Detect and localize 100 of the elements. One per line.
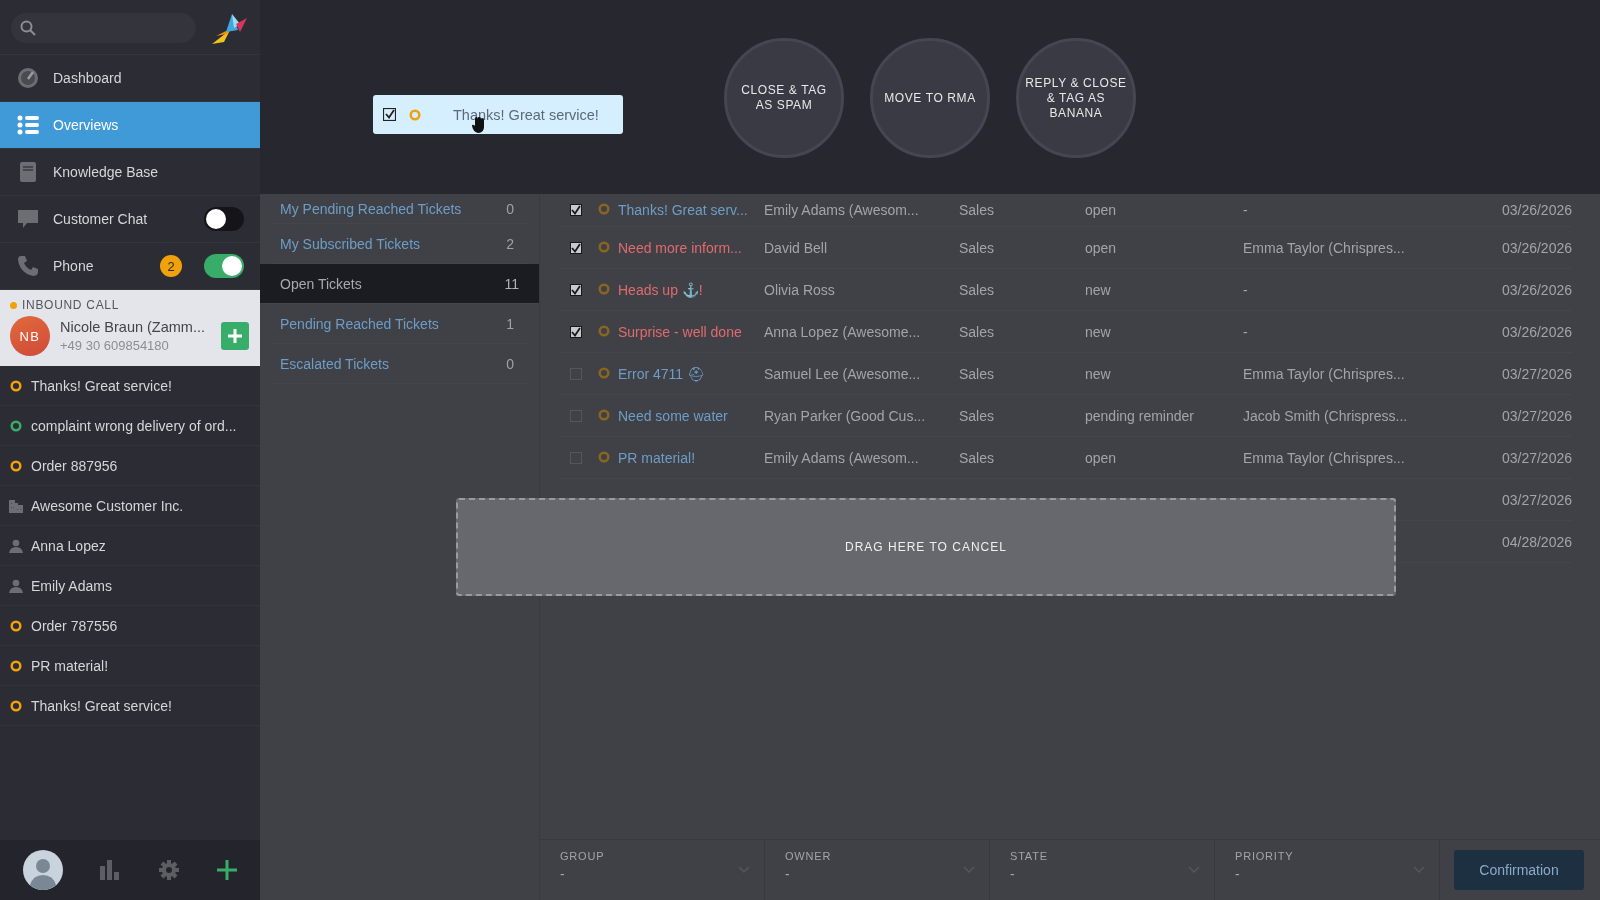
nav-item[interactable]: Customer Chat	[0, 196, 260, 243]
task-item[interactable]: Order 787556	[0, 606, 260, 646]
status-dot	[10, 301, 17, 309]
owner-cell-text: Jacob Smith (Chrispress...	[1243, 407, 1409, 424]
owner-cell-text: -	[1243, 202, 1249, 218]
row-checkbox[interactable]	[570, 283, 582, 296]
count: 0	[506, 200, 514, 217]
date-cell-text: 03/26/2026	[1500, 202, 1572, 218]
toggle-switch[interactable]	[204, 207, 244, 231]
group-cell-text: Sales	[959, 281, 996, 298]
check-icon	[571, 326, 581, 337]
avatar: NB	[10, 316, 50, 356]
action-button[interactable]: MOVE TO RMA	[870, 38, 990, 158]
date-cell-text: 04/28/2026	[1500, 533, 1572, 550]
count: 2	[506, 235, 514, 252]
state-cell-text: new	[1085, 281, 1112, 298]
state-cell-text: open	[1085, 449, 1118, 466]
action-button[interactable]: REPLY & CLOSE & TAG AS BANANA	[1016, 38, 1136, 158]
overview-item[interactable]: My Pending Reached Tickets 0	[270, 194, 529, 224]
select-field[interactable]: STATE -	[990, 840, 1215, 900]
phone-icon	[17, 255, 39, 277]
ticket-title-link[interactable]: Surprise - well done	[618, 323, 764, 340]
overview-item[interactable]: Open Tickets 11	[260, 264, 539, 304]
ring-icon	[598, 366, 610, 379]
overview-item[interactable]: Pending Reached Tickets 1	[270, 304, 529, 344]
toggle-switch[interactable]	[204, 254, 244, 278]
date-cell-text: 03/26/2026	[1500, 239, 1572, 256]
gauge-icon	[17, 67, 39, 89]
count: 11	[504, 275, 519, 292]
book-icon	[19, 161, 37, 183]
task-item[interactable]: Emily Adams	[0, 566, 260, 606]
ticket-title-link[interactable]: Heads up ⚓!	[618, 281, 764, 298]
group-cell-text: Sales	[959, 202, 996, 218]
state-cell-text: pending reminder	[1085, 407, 1195, 424]
confirmation-button[interactable]: Confirmation	[1454, 850, 1584, 890]
customer-cell-text: Samuel Lee (Awesome...	[764, 365, 922, 382]
customer-cell-text: Olivia Ross	[764, 281, 836, 298]
ring-icon	[598, 240, 610, 253]
task-item[interactable]: complaint wrong delivery of ord...	[0, 406, 260, 446]
overview-item[interactable]: Escalated Tickets 0	[270, 344, 529, 384]
list-icon	[17, 115, 39, 135]
ring-icon	[598, 450, 610, 463]
group-cell-text: Sales	[959, 239, 996, 256]
date-cell-text: 03/27/2026	[1500, 449, 1572, 466]
add-button[interactable]	[221, 322, 249, 350]
nav-item[interactable]: Knowledge Base	[0, 149, 260, 196]
speech-bubble-icon	[17, 209, 39, 229]
drop-zone[interactable]: DRAG HERE TO CANCEL	[456, 498, 1396, 596]
row-checkbox[interactable]	[570, 241, 582, 254]
building-icon	[9, 498, 23, 513]
task-item[interactable]: Awesome Customer Inc.	[0, 486, 260, 526]
bar-chart-icon	[100, 860, 121, 880]
task-item[interactable]: Thanks! Great service!	[0, 686, 260, 726]
nav-item[interactable]: Overviews	[0, 102, 260, 149]
plus-icon	[217, 860, 238, 880]
action-button[interactable]: CLOSE & TAG AS SPAM	[724, 38, 844, 158]
customer-cell-text: Emily Adams (Awesom...	[764, 202, 920, 218]
person-icon	[9, 538, 23, 553]
owner-cell-text: -	[1243, 323, 1249, 340]
owner-cell-text: Emma Taylor (Chrispres...	[1243, 239, 1406, 256]
ring-icon	[409, 108, 421, 121]
check-icon	[571, 205, 581, 215]
owner-cell-text: -	[1243, 281, 1249, 298]
phone-number: +49 30 609854180	[60, 338, 170, 353]
search-icon	[20, 20, 36, 36]
state-cell-text: new	[1085, 323, 1112, 340]
ring-icon	[598, 324, 610, 337]
avatar	[22, 850, 63, 890]
settings-button[interactable]	[157, 859, 180, 881]
customer-cell-text: Ryan Parker (Good Cus...	[764, 407, 927, 424]
person-icon	[9, 578, 23, 593]
task-item[interactable]: Order 887956	[0, 446, 260, 486]
plus-icon	[227, 328, 243, 344]
date-cell-text: 03/26/2026	[1500, 323, 1572, 340]
ticket-title-link[interactable]: Need some water	[618, 407, 764, 424]
count: 1	[506, 315, 514, 332]
task-item[interactable]: Thanks! Great service!	[0, 366, 260, 406]
customer-cell-text: Anna Lopez (Awesome...	[764, 323, 922, 340]
count: 0	[506, 355, 514, 372]
search-field[interactable]	[11, 13, 196, 43]
select-field[interactable]: PRIORITY -	[1215, 840, 1440, 900]
ticket-title-link[interactable]: PR material!	[618, 449, 764, 466]
state-cell-text: open	[1085, 239, 1118, 256]
select-field[interactable]: GROUP -	[540, 840, 765, 900]
dragged-ticket[interactable]: Thanks! Great service!	[373, 95, 623, 134]
new-button[interactable]	[217, 860, 238, 880]
stats-button[interactable]	[100, 860, 121, 880]
state-cell-text: new	[1085, 365, 1112, 382]
ticket-title-link[interactable]: Thanks! Great serv...	[618, 202, 764, 218]
group-cell-text: Sales	[959, 323, 996, 340]
ticket-title-link[interactable]: Need more inform...	[618, 239, 764, 256]
customer-cell-text: David Bell	[764, 239, 829, 256]
ticket-title-link[interactable]: Error 4711 ⛑	[618, 365, 764, 382]
select-field[interactable]: OWNER -	[765, 840, 990, 900]
check-icon	[571, 284, 581, 295]
task-item[interactable]: PR material!	[0, 646, 260, 686]
row-checkbox[interactable]	[570, 325, 582, 338]
row-checkbox[interactable]	[570, 204, 582, 216]
date-cell-text: 03/27/2026	[1500, 365, 1572, 382]
task-item[interactable]: Anna Lopez	[0, 526, 260, 566]
